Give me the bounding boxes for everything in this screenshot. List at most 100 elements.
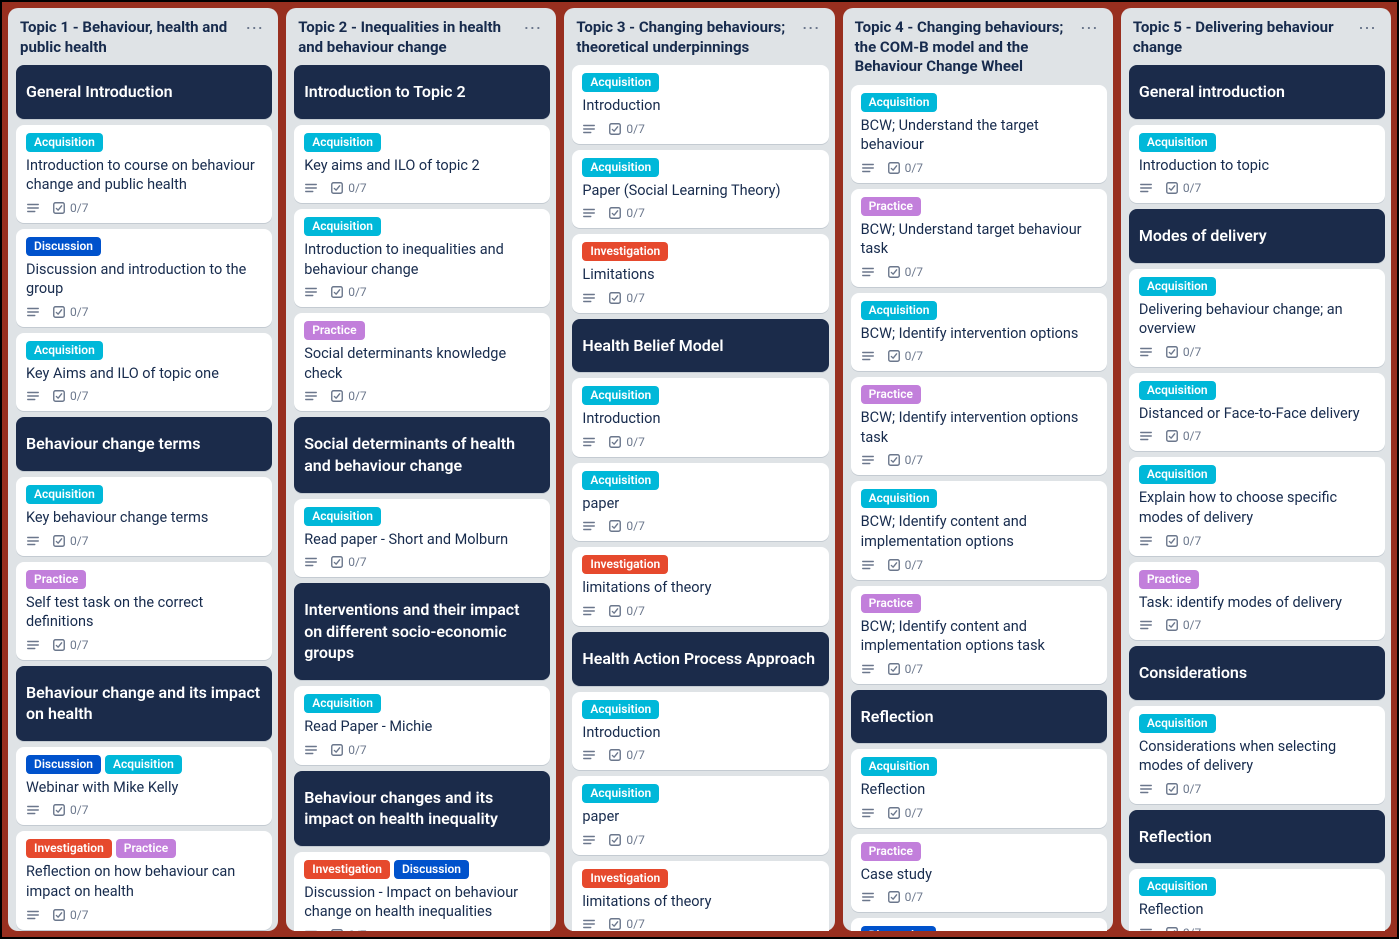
card[interactable]: Investigationlimitations of theory0/7 [572, 547, 828, 626]
label-acq[interactable]: Acquisition [1139, 277, 1216, 296]
list-title[interactable]: Topic 1 - Behaviour, health and public h… [20, 18, 235, 57]
list-body[interactable]: AcquisitionBCW; Understand the target be… [843, 81, 1113, 932]
card[interactable]: AcquisitionIntroduction to topic0/7 [1129, 125, 1385, 204]
card[interactable]: AcquisitionBCW; Identify content and imp… [851, 481, 1107, 579]
card[interactable]: AcquisitionRead paper - Short and Molbur… [294, 499, 550, 578]
card[interactable]: Investigationlimitations of theory0/7 [572, 861, 828, 931]
card[interactable]: PracticeBCW; Identify content and implem… [851, 586, 1107, 684]
label-disc[interactable]: Discussion [26, 755, 101, 774]
card[interactable]: AcquisitionKey behaviour change terms0/7 [16, 477, 272, 556]
card[interactable]: AcquisitionBCW; Understand the target be… [851, 85, 1107, 183]
label-acq[interactable]: Acquisition [1139, 877, 1216, 896]
section-header-card[interactable]: General Introduction [16, 65, 272, 119]
card[interactable]: AcquisitionDistanced or Face-to-Face del… [1129, 373, 1385, 452]
label-prac[interactable]: Practice [861, 385, 921, 404]
section-header-card[interactable]: Interventions and their impact on differ… [294, 583, 550, 680]
label-disc[interactable]: Discussion [861, 926, 936, 931]
label-acq[interactable]: Acquisition [861, 93, 938, 112]
label-acq[interactable]: Acquisition [861, 757, 938, 776]
card[interactable]: AcquisitionConsiderations when selecting… [1129, 706, 1385, 804]
card[interactable]: DiscussionDiscussion and introduction to… [16, 229, 272, 327]
section-header-card[interactable]: Reflection [851, 690, 1107, 744]
label-acq[interactable]: Acquisition [582, 386, 659, 405]
label-prac[interactable]: Practice [1139, 570, 1199, 589]
label-acq[interactable]: Acquisition [1139, 465, 1216, 484]
section-header-card[interactable]: Reflection [1129, 810, 1385, 864]
label-inv[interactable]: Investigation [582, 555, 668, 574]
label-acq[interactable]: Acquisition [26, 341, 103, 360]
card[interactable]: PracticeBCW; Understand target behaviour… [851, 189, 1107, 287]
section-header-card[interactable]: Behaviour changes and its impact on heal… [294, 771, 550, 846]
label-prac[interactable]: Practice [861, 842, 921, 861]
list-title[interactable]: Topic 2 - Inequalities in health and beh… [298, 18, 513, 57]
label-acq[interactable]: Acquisition [582, 158, 659, 177]
label-inv[interactable]: Investigation [26, 839, 112, 858]
card[interactable]: AcquisitionDelivering behaviour change; … [1129, 269, 1385, 367]
card[interactable]: DiscussionDiscussion0/7 [851, 918, 1107, 931]
card[interactable]: AcquisitionKey aims and ILO of topic 20/… [294, 125, 550, 204]
card[interactable]: PracticeSocial determinants knowledge ch… [294, 313, 550, 411]
label-acq[interactable]: Acquisition [304, 217, 381, 236]
card[interactable]: AcquisitionExplain how to choose specifi… [1129, 457, 1385, 555]
label-acq[interactable]: Acquisition [304, 133, 381, 152]
card[interactable]: PracticeBCW; Identify intervention optio… [851, 377, 1107, 475]
label-acq[interactable]: Acquisition [105, 755, 182, 774]
card[interactable]: AcquisitionIntroduction0/7 [572, 692, 828, 771]
card[interactable]: AcquisitionIntroduction to course on beh… [16, 125, 272, 223]
list-menu-icon[interactable]: ⋯ [1354, 18, 1381, 40]
list-title[interactable]: Topic 5 - Delivering behaviour change [1133, 18, 1348, 57]
card[interactable]: InvestigationPracticeReflection on how b… [16, 831, 272, 929]
card[interactable]: AcquisitionIntroduction0/7 [572, 65, 828, 144]
section-header-card[interactable]: Considerations [1129, 646, 1385, 700]
label-acq[interactable]: Acquisition [582, 784, 659, 803]
label-acq[interactable]: Acquisition [1139, 714, 1216, 733]
list-body[interactable]: General introductionAcquisitionIntroduct… [1121, 61, 1391, 931]
section-header-card[interactable]: Health Belief Model [572, 319, 828, 373]
label-prac[interactable]: Practice [116, 839, 176, 858]
label-acq[interactable]: Acquisition [582, 700, 659, 719]
label-acq[interactable]: Acquisition [1139, 133, 1216, 152]
card[interactable]: Acquisitionpaper0/7 [572, 463, 828, 542]
card[interactable]: AcquisitionReflection0/7 [1129, 869, 1385, 931]
card[interactable]: AcquisitionPaper (Social Learning Theory… [572, 150, 828, 229]
label-acq[interactable]: Acquisition [304, 507, 381, 526]
section-header-card[interactable]: Modes of delivery [1129, 209, 1385, 263]
label-disc[interactable]: Discussion [26, 237, 101, 256]
section-header-card[interactable]: Introduction to Topic 2 [294, 65, 550, 119]
label-disc[interactable]: Discussion [394, 860, 469, 879]
card[interactable]: AcquisitionRead Paper - Michie0/7 [294, 686, 550, 765]
label-acq[interactable]: Acquisition [26, 485, 103, 504]
label-inv[interactable]: Investigation [304, 860, 390, 879]
label-acq[interactable]: Acquisition [26, 133, 103, 152]
list-body[interactable]: General Introduction AcquisitionIntroduct… [8, 61, 278, 931]
list-body[interactable]: Introduction to Topic 2 AcquisitionKey ai… [286, 61, 556, 931]
card[interactable]: AcquisitionIntroduction to inequalities … [294, 209, 550, 307]
label-acq[interactable]: Acquisition [582, 73, 659, 92]
list-body[interactable]: AcquisitionIntroduction0/7AcquisitionPap… [564, 61, 834, 931]
label-acq[interactable]: Acquisition [304, 694, 381, 713]
card[interactable]: PracticeCase study0/7 [851, 834, 1107, 913]
card[interactable]: InvestigationDiscussionDiscussion - Impa… [294, 852, 550, 931]
card[interactable]: InvestigationLimitations0/7 [572, 234, 828, 313]
label-inv[interactable]: Investigation [582, 869, 668, 888]
card[interactable]: AcquisitionReflection0/7 [851, 749, 1107, 828]
label-inv[interactable]: Investigation [582, 242, 668, 261]
label-prac[interactable]: Practice [26, 570, 86, 589]
list-menu-icon[interactable]: ⋯ [1076, 18, 1103, 40]
list-menu-icon[interactable]: ⋯ [241, 18, 268, 40]
list-menu-icon[interactable]: ⋯ [798, 18, 825, 40]
card[interactable]: Acquisitionpaper0/7 [572, 776, 828, 855]
card[interactable]: AcquisitionIntroduction0/7 [572, 378, 828, 457]
label-prac[interactable]: Practice [861, 197, 921, 216]
card[interactable]: PracticeSelf test task on the correct de… [16, 562, 272, 660]
card[interactable]: DiscussionAcquisitionWebinar with Mike K… [16, 747, 272, 826]
section-header-card[interactable]: Social determinants of health and behavi… [294, 417, 550, 492]
label-prac[interactable]: Practice [861, 594, 921, 613]
section-header-card[interactable]: Health Action Process Approach [572, 632, 828, 686]
list-title[interactable]: Topic 4 - Changing behaviours; the COM-B… [855, 18, 1070, 77]
label-prac[interactable]: Practice [304, 321, 364, 340]
label-acq[interactable]: Acquisition [1139, 381, 1216, 400]
card[interactable]: PracticeTask: identify modes of delivery… [1129, 562, 1385, 641]
label-acq[interactable]: Acquisition [861, 489, 938, 508]
section-header-card[interactable]: Behaviour change and its impact on healt… [16, 666, 272, 741]
